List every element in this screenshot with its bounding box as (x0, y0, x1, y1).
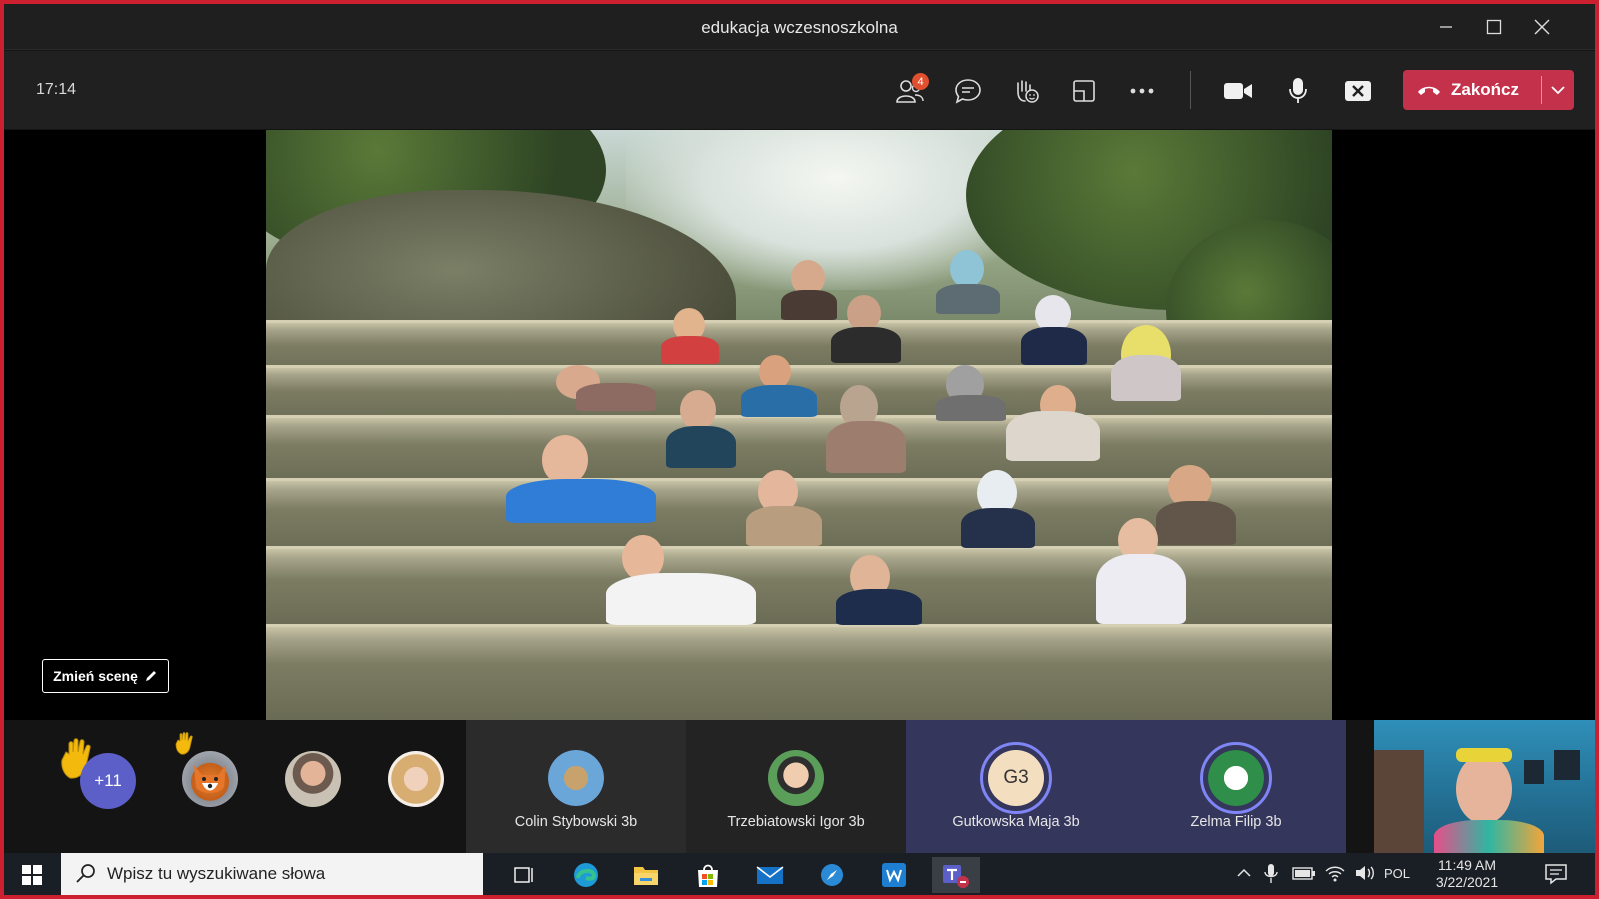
end-call-control: Zakończ (1403, 70, 1574, 110)
stop-share-icon (1345, 81, 1371, 101)
teams-window: edukacja wczesnoszkolna 17:14 4 Zakończ … (4, 4, 1595, 895)
raised-hand-icon (175, 732, 193, 755)
microsoft-store-app[interactable] (684, 857, 732, 893)
participant-tile-speaking[interactable]: Zelma Filip 3b (1126, 720, 1346, 853)
meeting-toolbar: 17:14 4 Zakończ (4, 51, 1595, 129)
together-mode-scene (266, 130, 1332, 720)
participant-avatar (548, 750, 604, 806)
party-glasses (1456, 748, 1512, 762)
teams-app[interactable] (932, 857, 980, 893)
edge-browser-icon (574, 863, 598, 887)
participant-name: Colin Stybowski 3b (514, 814, 638, 830)
participant-name: Gutkowska Maja 3b (952, 814, 1080, 830)
clock-date: 3/22/2021 (1435, 874, 1499, 890)
door-background (1374, 750, 1424, 853)
microphone-button[interactable] (1278, 71, 1318, 111)
video-camera-icon (1224, 83, 1252, 99)
windows-logo-icon (22, 865, 42, 885)
title-bar: edukacja wczesnoszkolna (4, 4, 1595, 50)
notifications-icon[interactable] (1544, 863, 1568, 885)
self-video-tile[interactable] (1374, 720, 1595, 853)
microphone-tray-icon[interactable] (1264, 863, 1278, 885)
microphone-icon (1289, 78, 1307, 103)
safari-like-app[interactable] (808, 857, 856, 893)
compass-icon (821, 864, 843, 886)
participant-initials-avatar: G3 (988, 750, 1044, 806)
participant-avatar[interactable] (388, 751, 444, 807)
whiteboard-app[interactable] (870, 857, 918, 893)
end-call-label: Zakończ (1451, 80, 1520, 99)
edge-app[interactable] (562, 857, 610, 893)
chevron-down-icon (1551, 86, 1565, 94)
maximize-icon (1486, 19, 1502, 35)
participant-tile-speaking[interactable]: G3 Gutkowska Maja 3b (906, 720, 1126, 853)
clock-time: 11:49 AM (1437, 857, 1497, 873)
mail-app[interactable] (746, 857, 794, 893)
chevron-up-icon[interactable] (1236, 863, 1252, 883)
minimize-button[interactable] (1426, 12, 1466, 42)
participants-count-badge: 4 (912, 73, 929, 90)
participant-name: Trzebiatowski Igor 3b (727, 814, 865, 830)
breakout-rooms-icon (1073, 80, 1095, 102)
task-view-icon (514, 867, 533, 883)
start-button[interactable] (8, 857, 56, 893)
bleacher-step-6 (266, 624, 1332, 720)
mail-icon (756, 866, 784, 884)
participant-avatar (1208, 750, 1264, 806)
minimize-icon (1440, 26, 1452, 28)
search-placeholder: Wpisz tu wyszukiwane słowa (107, 864, 326, 883)
volume-icon[interactable] (1354, 863, 1376, 883)
fox-avatar-icon (194, 765, 226, 793)
file-explorer-app[interactable] (622, 857, 670, 893)
participant-tile[interactable]: Colin Stybowski 3b (466, 720, 686, 853)
search-icon (76, 864, 95, 883)
change-scene-button[interactable]: Zmień scenę (42, 659, 169, 693)
participant-avatar[interactable] (182, 751, 238, 807)
whiteboard-icon (882, 863, 906, 887)
input-language[interactable]: POL (1384, 866, 1410, 881)
wall-picture (1524, 760, 1544, 784)
store-bag-icon (698, 864, 718, 887)
maximize-button[interactable] (1474, 12, 1514, 42)
hang-up-icon (1418, 86, 1440, 95)
task-view-button[interactable] (500, 857, 548, 893)
window-title: edukacja wczesnoszkolna (701, 18, 898, 37)
change-scene-label: Zmień scenę (53, 668, 138, 684)
participant-strip: +11 Colin Stybowski 3b Trzebiatowski Igo… (4, 720, 1595, 853)
self-face (1456, 754, 1512, 824)
close-window-button[interactable] (1522, 12, 1562, 42)
raise-hand-emoji-icon (1017, 80, 1039, 103)
chat-icon (955, 79, 981, 104)
taskbar-search-box[interactable]: Wpisz tu wyszukiwane słowa (61, 853, 483, 895)
wifi-icon[interactable] (1324, 863, 1346, 883)
chat-button[interactable] (948, 71, 988, 111)
more-participants-button[interactable]: +11 (80, 753, 136, 809)
end-call-options-button[interactable] (1542, 70, 1574, 110)
windows-taskbar: Wpisz tu wyszukiwane słowa POL 11:49 AM … (4, 853, 1595, 895)
folder-icon (634, 867, 658, 885)
participants-button[interactable]: 4 (890, 71, 930, 111)
battery-icon[interactable] (1292, 863, 1316, 883)
reactions-button[interactable] (1006, 71, 1046, 111)
breakout-rooms-button[interactable] (1064, 71, 1104, 111)
system-clock[interactable]: 11:49 AM 3/22/2021 (1424, 857, 1510, 891)
pencil-icon (145, 671, 156, 681)
toolbar-divider (1190, 71, 1191, 109)
end-call-button[interactable]: Zakończ (1403, 70, 1541, 110)
meeting-timer: 17:14 (36, 81, 77, 98)
camera-button[interactable] (1218, 71, 1258, 111)
close-icon (1534, 19, 1550, 35)
wall-picture (1554, 750, 1580, 780)
participant-tile[interactable]: Trzebiatowski Igor 3b (686, 720, 906, 853)
teams-logo-icon (943, 865, 969, 888)
meeting-stage: Zmień scenę (4, 130, 1595, 720)
more-icon (1130, 88, 1154, 94)
participant-avatar[interactable] (285, 751, 341, 807)
participant-avatar (768, 750, 824, 806)
stop-sharing-button[interactable] (1338, 71, 1378, 111)
more-actions-button[interactable] (1122, 71, 1162, 111)
participant-name: Zelma Filip 3b (1190, 814, 1282, 830)
self-shirt (1434, 820, 1544, 853)
